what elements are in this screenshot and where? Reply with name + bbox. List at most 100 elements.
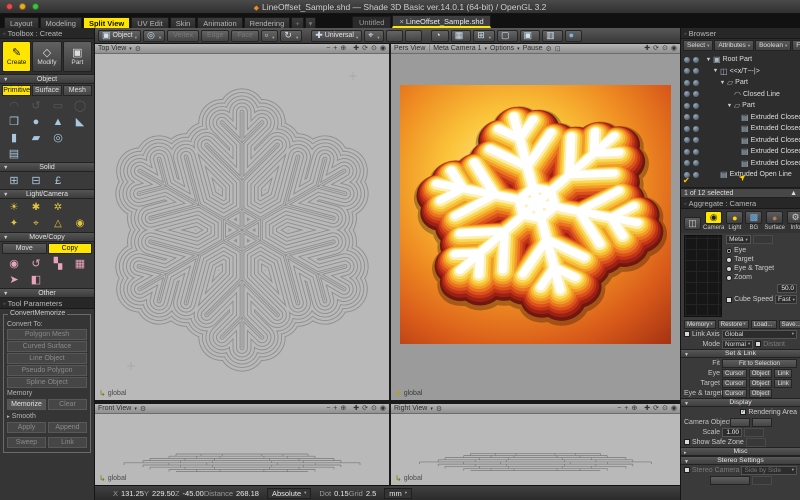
camera-memory-button[interactable]: Load... [751,320,777,329]
memory-button[interactable]: Memorize [7,399,46,410]
viewport-settings-icon[interactable]: ⚙ [140,405,146,413]
light-camera-tool-icon[interactable] [69,200,91,215]
toolbox-mode-button[interactable]: ✎ Create [2,41,31,72]
viewport-zoom-control-icon[interactable]: − [326,404,330,414]
viewport-zoom-control-icon[interactable]: − [617,404,621,414]
solid-tool-icon[interactable]: ⊞ [3,173,25,188]
viewport-nav-control-icon[interactable]: ◉ [380,44,386,54]
smooth-button[interactable]: Append [48,422,87,433]
tree-item-label[interactable]: <<x/T~-|> [730,68,760,75]
toolbar-button[interactable]: ⊞ ▾ [473,30,495,42]
camera-move-radio[interactable] [726,266,732,272]
visibility-toggle-icon[interactable] [684,103,690,109]
object-type-tab[interactable]: Surface [32,85,61,96]
viewport-front[interactable]: Front View ▾ ⚙ −+⊕ ✚⟳⊙◉ ↳global [95,404,389,485]
expander-icon[interactable]: ▼ [719,80,726,86]
object-type-tab[interactable]: Primitive [2,85,31,96]
toolbar-button[interactable]: Edge [201,30,229,42]
move-copy-tool-icon[interactable]: ➤ [3,272,25,287]
primitive-tool-icon[interactable] [69,130,91,145]
section-solid[interactable]: ▼Solid [0,162,94,172]
link-axis-dropdown[interactable]: Global▾ [722,330,797,339]
viewport-zoom-control-icon[interactable]: ⊕ [631,404,637,414]
render-toggle-icon[interactable] [693,80,699,86]
toolbox-mode-button[interactable]: ◇ Modify [32,41,61,72]
render-toggle-icon[interactable] [693,160,699,166]
camera-memory-button[interactable]: Restore▾ [718,320,749,329]
eye-link-button[interactable]: Link [774,369,791,378]
move-copy-tool-icon[interactable]: ▚ [47,256,69,271]
visibility-toggle-icon[interactable] [684,126,690,132]
viewport-pers[interactable]: Pers View | Meta Camera 1 ▾ Options ▾ Pa… [391,44,680,400]
section-display[interactable]: ▼Display [681,398,800,407]
viewport-nav-control-icon[interactable]: ✚ [353,404,359,414]
browser-tab[interactable]: Select▾ [683,40,713,51]
document-tab-active[interactable]: ×LineOffset_Sample.shd [392,15,490,28]
viewport-settings-icon[interactable]: ⚙ [436,405,442,413]
viewport-name[interactable]: Pers View [394,45,425,52]
section-misc[interactable]: ▸Misc [681,447,800,456]
tree-item[interactable]: ▤ Extruded Closed [681,146,800,158]
visibility-toggle-icon[interactable] [684,160,690,166]
meta-dropdown[interactable]: Meta▾ [726,235,751,244]
viewport-right[interactable]: Right View ▾ ⚙ −+⊕ ✚⟳⊙◉ ↳global [391,404,680,485]
expander-icon[interactable]: ▼ [712,68,719,74]
render-toggle-icon[interactable] [693,149,699,155]
primitive-tool-icon[interactable]: ❒ [3,114,25,129]
viewport-zoom-control-icon[interactable]: + [624,404,628,414]
tree-item[interactable]: ◠ Closed Line [681,89,800,101]
light-camera-tool-icon[interactable]: ✦ [3,216,25,231]
tree-item[interactable]: ▼ ▣ Root Part [681,54,800,66]
viewport-name[interactable]: Top View [98,45,126,52]
viewport-nav-control-icon[interactable]: ⊙ [662,44,668,54]
section-move-copy[interactable]: ▼Move/Copy [0,232,94,242]
render-toggle-icon[interactable] [693,68,699,74]
viewport-name[interactable]: Front View [98,405,131,412]
tree-item-label[interactable]: Part [742,102,755,109]
move-copy-tab[interactable]: Move [2,243,47,254]
render-toggle-icon[interactable] [693,103,699,109]
browser-tab[interactable]: Boolean▾ [755,40,791,51]
primitive-tool-icon[interactable]: ▮ [3,130,25,145]
safe-zone-value[interactable] [746,438,766,447]
tree-item[interactable]: ▼ ◫ <<x/T~-|> [681,66,800,78]
primitive-tool-icon[interactable]: ◯ [69,98,91,113]
smooth-button[interactable]: Link [48,437,87,448]
move-copy-tool-icon[interactable]: ◉ [3,256,25,271]
expander-icon[interactable]: ▼ [705,57,712,63]
tree-item[interactable]: ▤ Extruded Closed [681,123,800,135]
camera-move-radio[interactable] [726,248,732,254]
camera-move-radio[interactable] [726,275,732,281]
smooth-button[interactable]: Apply [7,422,46,433]
viewport-name[interactable]: Right View [394,405,427,412]
eyetarget-object-button[interactable]: Object [749,389,773,398]
viewport-nav-control-icon[interactable]: ◉ [671,404,677,414]
viewport-nav-control-icon[interactable]: ⟳ [362,404,368,414]
aggregate-tab[interactable]: ● Light [726,211,743,231]
mode-dropdown[interactable]: Normal▾ [722,340,753,349]
viewport-zoom-control-icon[interactable]: + [333,44,337,54]
tree-item-label[interactable]: Extruded Closed [751,160,800,167]
visibility-toggle-icon[interactable] [684,149,690,155]
browser-tab[interactable]: Find [792,40,800,51]
viewport-zoom-control-icon[interactable]: ⊕ [340,44,346,54]
convert-button[interactable]: Line Object [7,353,87,364]
stereo-mode-dropdown[interactable]: Side by Side▾ [741,466,797,475]
move-copy-tool-icon[interactable]: ◧ [25,272,47,287]
light-camera-tool-icon[interactable]: ✲ [47,200,69,215]
cube-speed-checkbox[interactable] [726,297,732,303]
viewport-settings-icon[interactable]: ⚙ [135,45,141,53]
primitive-tool-icon[interactable]: ▲ [47,114,69,129]
smooth-button[interactable]: Sweep [7,437,46,448]
light-camera-tool-icon[interactable]: ◉ [69,216,91,231]
fit-to-selection-button[interactable]: Fit to Selection [722,359,797,368]
viewport-nav-control-icon[interactable]: ✚ [644,44,650,54]
toolbar-button[interactable]: ✚ Universal▾ [311,30,362,42]
toolbar-button[interactable]: ◌ [386,30,403,42]
distant-checkbox[interactable] [755,341,761,347]
camera-object-option-button[interactable] [752,418,772,427]
camera-memory-button[interactable]: Memory▾ [684,320,716,329]
light-camera-tool-icon[interactable]: ✱ [25,200,47,215]
toolbar-button[interactable]: Face [231,30,259,42]
move-copy-tab[interactable]: Copy [48,243,93,254]
